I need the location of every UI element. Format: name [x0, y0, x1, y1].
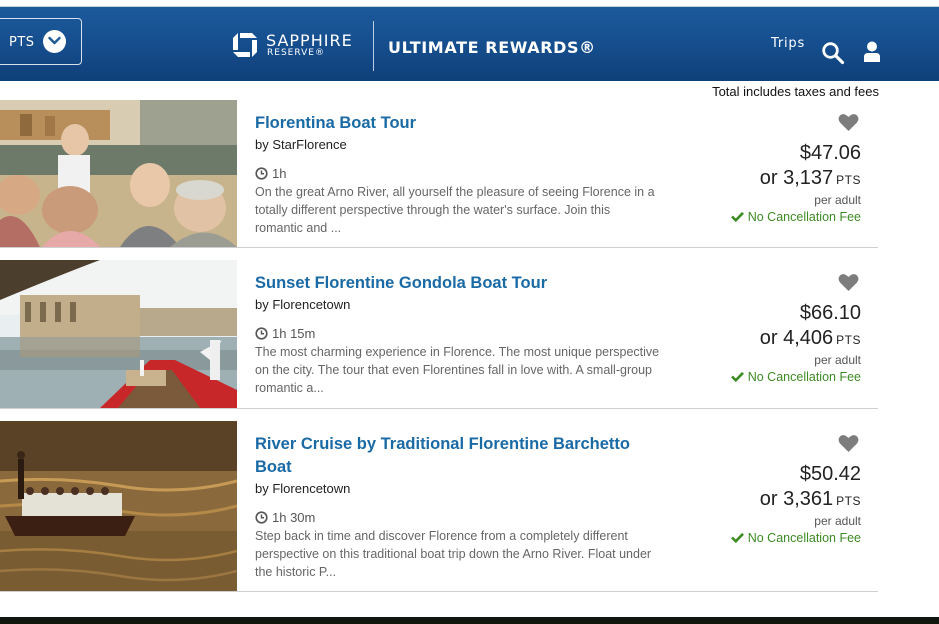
tour-duration: 1h [255, 166, 286, 181]
points-price: or 4,406 PTS [700, 327, 861, 350]
no-cancellation-label: No Cancellation Fee [747, 370, 861, 384]
points-unit: PTS [836, 173, 861, 187]
points-value: or 4,406 [759, 327, 834, 349]
tour-photo[interactable] [0, 421, 237, 591]
list-item[interactable]: River Cruise by Traditional Florentine B… [0, 421, 878, 592]
points-unit: PTS [836, 333, 861, 347]
tour-title-link[interactable]: Sunset Florentine Gondola Boat Tour [255, 272, 655, 295]
tour-description: On the great Arno River, all yourself th… [255, 185, 655, 235]
price: $66.10 [799, 302, 861, 324]
footer-bar [0, 617, 939, 624]
tour-vendor: by StarFlorence [255, 137, 347, 152]
points-value: or 3,361 [759, 488, 834, 510]
list-item[interactable]: Sunset Florentine Gondola Boat Tour by F… [0, 260, 878, 409]
tour-photo[interactable] [0, 260, 237, 408]
search-icon[interactable] [821, 41, 845, 65]
heart-icon[interactable] [838, 434, 859, 453]
clock-icon [255, 327, 268, 340]
no-cancellation-label: No Cancellation Fee [747, 210, 861, 224]
tour-duration-value: 1h [272, 166, 287, 181]
chevron-down-icon[interactable] [43, 30, 66, 53]
no-cancellation-badge: No Cancellation Fee [660, 210, 861, 224]
points-value: or 3,137 [759, 167, 834, 189]
points-price: or 3,137 PTS [700, 167, 861, 190]
tour-vendor: by Florencetown [255, 481, 351, 496]
tour-photo[interactable] [0, 100, 237, 247]
per-adult-label: per adult [814, 514, 861, 528]
tour-duration-value: 1h 15m [272, 326, 316, 341]
no-cancellation-label: No Cancellation Fee [747, 531, 861, 545]
heart-icon[interactable] [838, 113, 859, 132]
no-cancellation-badge: No Cancellation Fee [660, 370, 861, 384]
check-icon [730, 371, 744, 383]
clock-icon [255, 167, 268, 180]
site-header: PTS SAPPHIRE RESERVE® ULTIMATE REWARDS® … [0, 7, 939, 81]
tour-vendor: by Florencetown [255, 297, 351, 312]
tour-duration: 1h 15m [255, 326, 315, 341]
list-item[interactable]: Florentina Boat Tour by StarFlorence 1h … [0, 100, 878, 248]
user-icon[interactable] [862, 41, 882, 63]
header-divider [373, 21, 374, 71]
program-name[interactable]: ULTIMATE REWARDS® [388, 38, 596, 57]
check-icon [730, 211, 744, 223]
tour-title-link[interactable]: River Cruise by Traditional Florentine B… [255, 433, 655, 479]
no-cancellation-badge: No Cancellation Fee [660, 531, 861, 545]
price: $50.42 [799, 463, 861, 485]
sapphire-logo-icon[interactable] [231, 31, 259, 59]
tour-duration-value: 1h 30m [272, 510, 316, 525]
price: $47.06 [799, 142, 861, 164]
brand-subname: RESERVE® [267, 48, 325, 58]
per-adult-label: per adult [814, 193, 861, 207]
tour-duration: 1h 30m [255, 510, 315, 525]
per-adult-label: per adult [814, 353, 861, 367]
tour-description: The most charming experience in Florence… [255, 345, 660, 395]
tour-description: Step back in time and discover Florence … [255, 529, 652, 579]
top-strip [0, 0, 939, 7]
heart-icon[interactable] [838, 273, 859, 292]
currency-selector-label: PTS [9, 35, 35, 50]
trips-link[interactable]: Trips [771, 36, 805, 51]
points-unit: PTS [836, 494, 861, 508]
check-icon [730, 532, 744, 544]
clock-icon [255, 511, 268, 524]
points-price: or 3,361 PTS [700, 488, 861, 511]
taxes-note: Total includes taxes and fees [712, 84, 879, 99]
tour-title-link[interactable]: Florentina Boat Tour [255, 112, 655, 135]
currency-selector[interactable]: PTS [0, 18, 82, 65]
